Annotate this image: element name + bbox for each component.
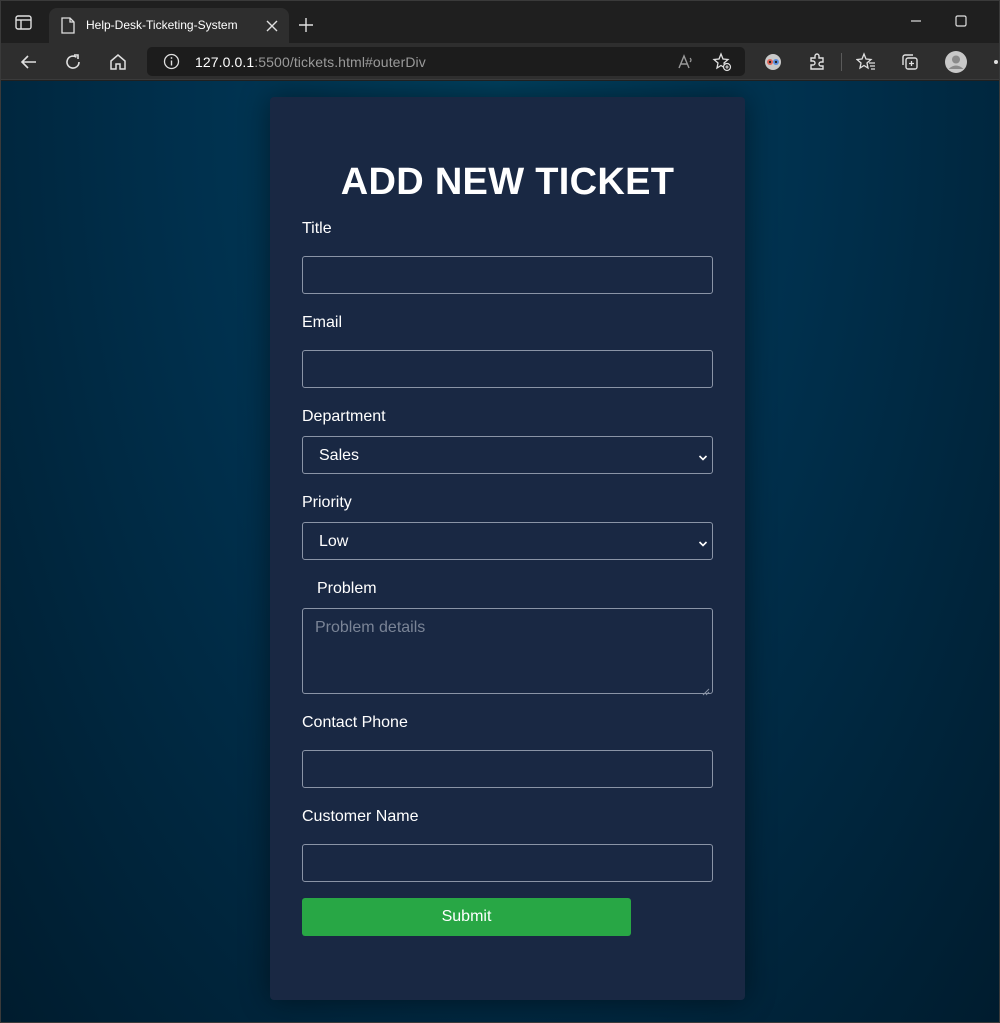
email-field[interactable] — [302, 350, 713, 388]
page-icon — [61, 17, 77, 35]
read-aloud-icon[interactable] — [677, 53, 695, 71]
minimize-icon[interactable] — [908, 13, 924, 29]
add-favorite-icon[interactable] — [712, 52, 732, 72]
contact-phone-label: Contact Phone — [302, 714, 408, 731]
customer-name-label: Customer Name — [302, 808, 419, 825]
department-selected-value: Sales — [319, 447, 360, 464]
browser-toolbar: 127.0.0.1:5500/tickets.html#outerDiv — [1, 43, 999, 80]
back-arrow-icon[interactable] — [19, 52, 39, 72]
close-icon[interactable] — [266, 19, 278, 32]
address-bar[interactable]: 127.0.0.1:5500/tickets.html#outerDiv — [147, 47, 745, 76]
department-label: Department — [302, 408, 386, 425]
priority-select[interactable]: Low — [302, 522, 713, 560]
chevron-down-icon — [698, 536, 708, 547]
toolbar-divider — [841, 53, 842, 71]
title-input[interactable] — [302, 256, 713, 294]
extension-app-icon[interactable] — [763, 52, 783, 72]
customer-name-input[interactable] — [302, 844, 713, 882]
tab-title: Help-Desk-Ticketing-System — [86, 18, 238, 32]
problem-placeholder: Problem details — [315, 619, 426, 636]
department-select[interactable]: Sales — [302, 436, 713, 474]
resize-grip-icon[interactable] — [702, 683, 710, 696]
page-title: ADD NEW TICKET — [340, 161, 675, 203]
puzzle-icon[interactable] — [807, 52, 827, 72]
maximize-icon[interactable] — [953, 13, 969, 29]
home-icon[interactable] — [108, 52, 128, 72]
tab-active[interactable]: Help-Desk-Ticketing-System — [49, 8, 289, 43]
priority-label: Priority — [302, 494, 352, 511]
url-host: 127.0.0.1 — [195, 54, 255, 70]
more-menu-icon[interactable] — [994, 60, 998, 64]
contact-phone-input[interactable] — [302, 750, 713, 788]
profile-icon[interactable] — [944, 50, 968, 74]
url-path: :5500/tickets.html#outerDiv — [254, 54, 426, 70]
browser-window: Help-Desk-Ticketing-System 127.0.0.1:550… — [0, 0, 1000, 1023]
submit-button[interactable]: Submit — [302, 898, 631, 936]
url-text[interactable]: 127.0.0.1:5500/tickets.html#outerDiv — [195, 54, 426, 70]
new-tab-icon[interactable] — [298, 17, 314, 33]
problem-textarea[interactable]: Problem details — [302, 608, 713, 696]
reload-icon[interactable] — [63, 52, 83, 72]
ticket-form-card: ADD NEW TICKET Title Email Department Sa… — [270, 97, 745, 1000]
tab-strip: Help-Desk-Ticketing-System — [1, 1, 999, 43]
page-viewport: ADD NEW TICKET Title Email Department Sa… — [1, 81, 999, 1022]
tab-actions-icon[interactable] — [15, 15, 33, 31]
favorites-icon[interactable] — [855, 52, 876, 72]
collections-icon[interactable] — [900, 52, 920, 72]
title-label: Title — [302, 220, 332, 237]
problem-label: Problem — [317, 580, 377, 597]
priority-selected-value: Low — [319, 533, 349, 550]
info-icon[interactable] — [163, 53, 180, 70]
chevron-down-icon — [698, 450, 708, 461]
email-label: Email — [302, 314, 343, 331]
